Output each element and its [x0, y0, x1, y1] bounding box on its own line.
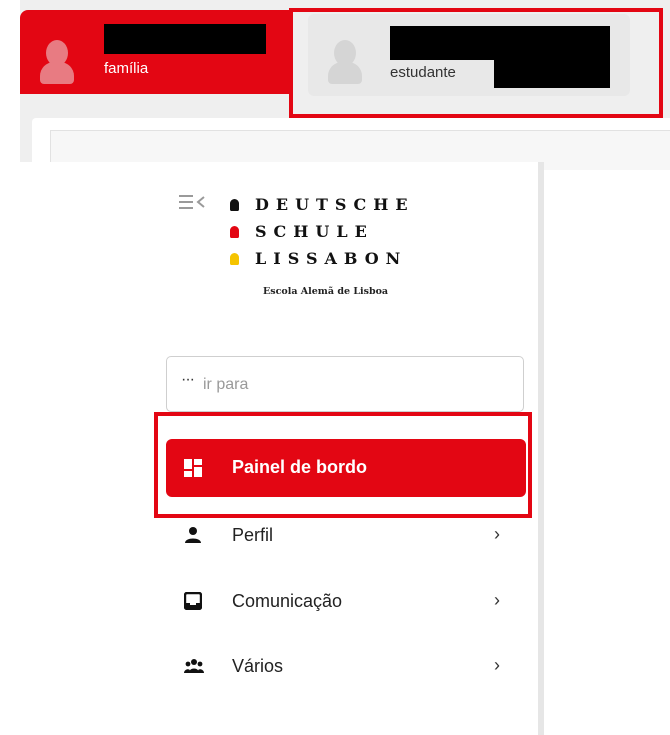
logo-line: SCHULE — [230, 221, 374, 245]
logo-mark-icon — [230, 225, 239, 238]
account-role-label: família — [104, 60, 149, 77]
chevron-right-icon: › — [494, 655, 500, 675]
nav-item-label: Comunicação — [232, 591, 343, 611]
logo-mark-icon — [230, 252, 239, 265]
sidebar: DEUTSCHE SCHULE LISSABON Escola Alemã de… — [0, 162, 538, 735]
search-box[interactable]: ··· — [166, 356, 524, 412]
group-icon — [184, 657, 204, 675]
nav-item-perfil[interactable]: Perfil › — [166, 510, 526, 562]
logo-line: LISSABON — [230, 248, 407, 272]
logo-mark-icon — [230, 198, 239, 211]
person-icon — [184, 526, 202, 544]
sidebar-divider — [538, 162, 544, 735]
inbox-icon — [183, 591, 203, 611]
nav-item-label: Vários — [232, 656, 284, 676]
account-card-familia[interactable]: família — [20, 10, 290, 94]
search-input[interactable] — [201, 367, 505, 403]
nav-item-comunicacao[interactable]: Comunicação › — [166, 576, 526, 628]
school-logo[interactable]: DEUTSCHE SCHULE LISSABON Escola Alemã de… — [230, 194, 450, 304]
avatar-icon — [40, 40, 74, 84]
more-dots-icon: ··· — [181, 371, 195, 388]
nav-item-label: Perfil — [232, 525, 274, 545]
chevron-right-icon: › — [494, 524, 500, 544]
nav-item-varios[interactable]: Vários › — [166, 641, 526, 693]
highlight-outline — [154, 412, 532, 518]
menu-collapse-icon[interactable] — [178, 194, 208, 214]
chevron-right-icon: › — [494, 590, 500, 610]
logo-subtitle: Escola Alemã de Lisboa — [263, 286, 389, 297]
redacted-name — [104, 24, 266, 54]
logo-line: DEUTSCHE — [230, 194, 415, 218]
account-switcher: família estudante — [0, 0, 670, 170]
highlight-outline — [289, 8, 663, 118]
